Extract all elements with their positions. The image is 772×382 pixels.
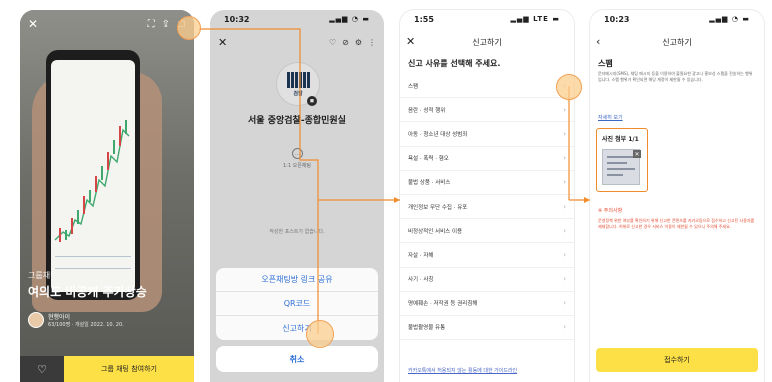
chevron-right-icon: › — [563, 323, 566, 332]
reason-item[interactable]: 음란 · 성적 행위 › — [400, 98, 574, 123]
reason-description: 문자메시지(SMS), 채팅 메시지 등을 이용하여 불필요한 광고나 홍보성 … — [598, 71, 753, 82]
share-link-option[interactable]: 오픈채팅방 링크 공유 — [216, 268, 378, 292]
status-icons: ▂▄▆ ◔ ▬ — [709, 15, 750, 23]
stock-chart-image — [51, 60, 135, 292]
guideline-link[interactable]: 카카오톡에서 허용되지 않는 활동에 대한 가이드라인 — [408, 367, 517, 374]
reason-item[interactable]: 불법촬영물 유통 › — [400, 316, 574, 341]
screen-open-chat-preview: ✕ ⛶ ⇪ ☖ 그룹채팅 여의도 비공개 주가상승 현행아이 63/100명 ·… — [20, 10, 194, 382]
chevron-right-icon: › — [563, 226, 566, 235]
heart-icon[interactable]: ♡ — [20, 356, 64, 382]
reason-item[interactable]: 스팸› — [400, 74, 574, 99]
reason-label: 스팸 — [408, 83, 419, 90]
close-icon[interactable]: ✕ — [28, 17, 38, 31]
avatar — [28, 312, 44, 328]
tap-indicator — [306, 320, 334, 348]
status-icons: ▂▄▆ LTE ▬ — [510, 15, 560, 23]
notice-body: 운영정책 위반 여부를 확인하기 위해 신고한 콘텐츠를 카카오팀으로 접수하고… — [598, 218, 755, 229]
status-time: 1:55 — [414, 14, 434, 24]
screen-title: 신고하기 — [472, 37, 502, 47]
reason-list: 스팸› 음란 · 성적 행위› 아동 · 청소년 대상 성범죄› 욕설 · 폭력… — [400, 74, 574, 341]
reason-label: 명예훼손 · 저작권 등 권리침해 — [408, 301, 478, 308]
attachment-label: 사진 첨부 1/1 — [602, 136, 639, 143]
reason-label: 자살 · 자해 — [408, 252, 434, 259]
chevron-right-icon: › — [563, 250, 566, 259]
bottom-bar: ♡ 그룹 채팅 참여하기 — [20, 356, 194, 382]
report-prompt: 신고 사유를 선택해 주세요. — [408, 59, 501, 68]
details-link[interactable]: 자세히 보기 — [598, 114, 623, 121]
screen-report-reasons: 1:55 ▂▄▆ LTE ▬ ✕ 신고하기 신고 사유를 선택해 주세요. 스팸… — [400, 10, 574, 382]
top-bar: ✕ ⛶ ⇪ ☖ — [20, 10, 194, 38]
reason-item[interactable]: 사기 · 사칭 › — [400, 268, 574, 292]
status-time: 10:23 — [604, 14, 630, 24]
reason-label: 비정상적인 서비스 이용 — [408, 228, 463, 235]
reason-label: 불법 상품 · 서비스 — [408, 180, 451, 187]
report-option[interactable]: 신고하기 — [216, 316, 378, 340]
status-bar: 1:55 ▂▄▆ LTE ▬ — [400, 10, 574, 28]
chevron-right-icon: › — [563, 154, 566, 163]
share-icon[interactable]: ⇪ — [162, 19, 170, 30]
reason-item[interactable]: 자살 · 자해 › — [400, 243, 574, 268]
reason-item[interactable]: 비정상적인 서비스 이용 › — [400, 219, 574, 244]
reason-item[interactable]: 욕설 · 폭력 · 혐오 › — [400, 147, 574, 171]
screen-profile-actions: 10:32 ▂▄▆ ◔ ▬ ✕ ♡ ⊘ ⚙ ⋮ 검찰 ◼ 서울 중앙검찰-종합민… — [210, 10, 384, 382]
remove-photo-icon[interactable]: ✕ — [633, 150, 641, 158]
owner-name: 현행아이 — [48, 314, 71, 321]
chevron-right-icon: › — [563, 275, 566, 284]
reason-item[interactable]: 개인정보 무단 수집 · 유포 › — [400, 195, 574, 220]
room-title: 여의도 비공개 주가상승 — [28, 285, 147, 299]
screen-title: 신고하기 — [662, 37, 692, 47]
room-meta: 63/100명 · 개설일 2022. 10. 20. — [48, 322, 124, 328]
cancel-button[interactable]: 취소 — [216, 346, 378, 372]
reason-label: 불법촬영물 유통 — [408, 325, 446, 332]
qr-code-option[interactable]: QR코드 — [216, 292, 378, 316]
photo-attachment-box: 사진 첨부 1/1 ✕ — [596, 128, 648, 192]
chevron-right-icon: › — [563, 105, 566, 114]
fullscreen-icon[interactable]: ⛶ — [148, 19, 155, 30]
join-group-chat-button[interactable]: 그룹 채팅 참여하기 — [64, 356, 194, 382]
chevron-right-icon: › — [563, 202, 566, 211]
reason-item[interactable]: 아동 · 청소년 대상 성범죄 › — [400, 122, 574, 147]
chevron-right-icon: › — [563, 178, 566, 187]
owner-row: 현행아이 63/100명 · 개설일 2022. 10. 20. — [28, 312, 147, 328]
reason-label: 사기 · 사칭 — [408, 277, 434, 284]
action-sheet: 오픈채팅방 링크 공유 QR코드 신고하기 — [216, 268, 378, 340]
selected-reason: 스팸 — [598, 59, 613, 68]
tap-indicator — [177, 16, 201, 40]
tap-indicator — [556, 74, 582, 100]
reason-label: 아동 · 청소년 대상 성범죄 — [408, 131, 468, 138]
notice-title: ※ 주의사항 — [598, 208, 623, 214]
chat-room-info: 그룹채팅 여의도 비공개 주가상승 현행아이 63/100명 · 개설일 202… — [28, 270, 147, 328]
reason-item[interactable]: 명예훼손 · 저작권 등 권리침해 › — [400, 292, 574, 316]
submit-button[interactable]: 접수하기 — [596, 348, 758, 372]
reason-item[interactable]: 불법 상품 · 서비스 › — [400, 171, 574, 195]
status-bar: 10:23 ▂▄▆ ◔ ▬ — [590, 10, 764, 28]
reason-label: 욕설 · 폭력 · 혐오 — [408, 156, 449, 163]
reason-label: 개인정보 무단 수집 · 유포 — [408, 204, 468, 211]
screen-report-detail: 10:23 ▂▄▆ ◔ ▬ ‹ 신고하기 스팸 문자메시지(SMS), 채팅 메… — [590, 10, 764, 382]
chevron-right-icon: › — [563, 129, 566, 138]
chevron-right-icon: › — [563, 299, 566, 308]
reason-label: 음란 · 성적 행위 — [408, 107, 446, 114]
room-type-label: 그룹채팅 — [28, 271, 58, 280]
